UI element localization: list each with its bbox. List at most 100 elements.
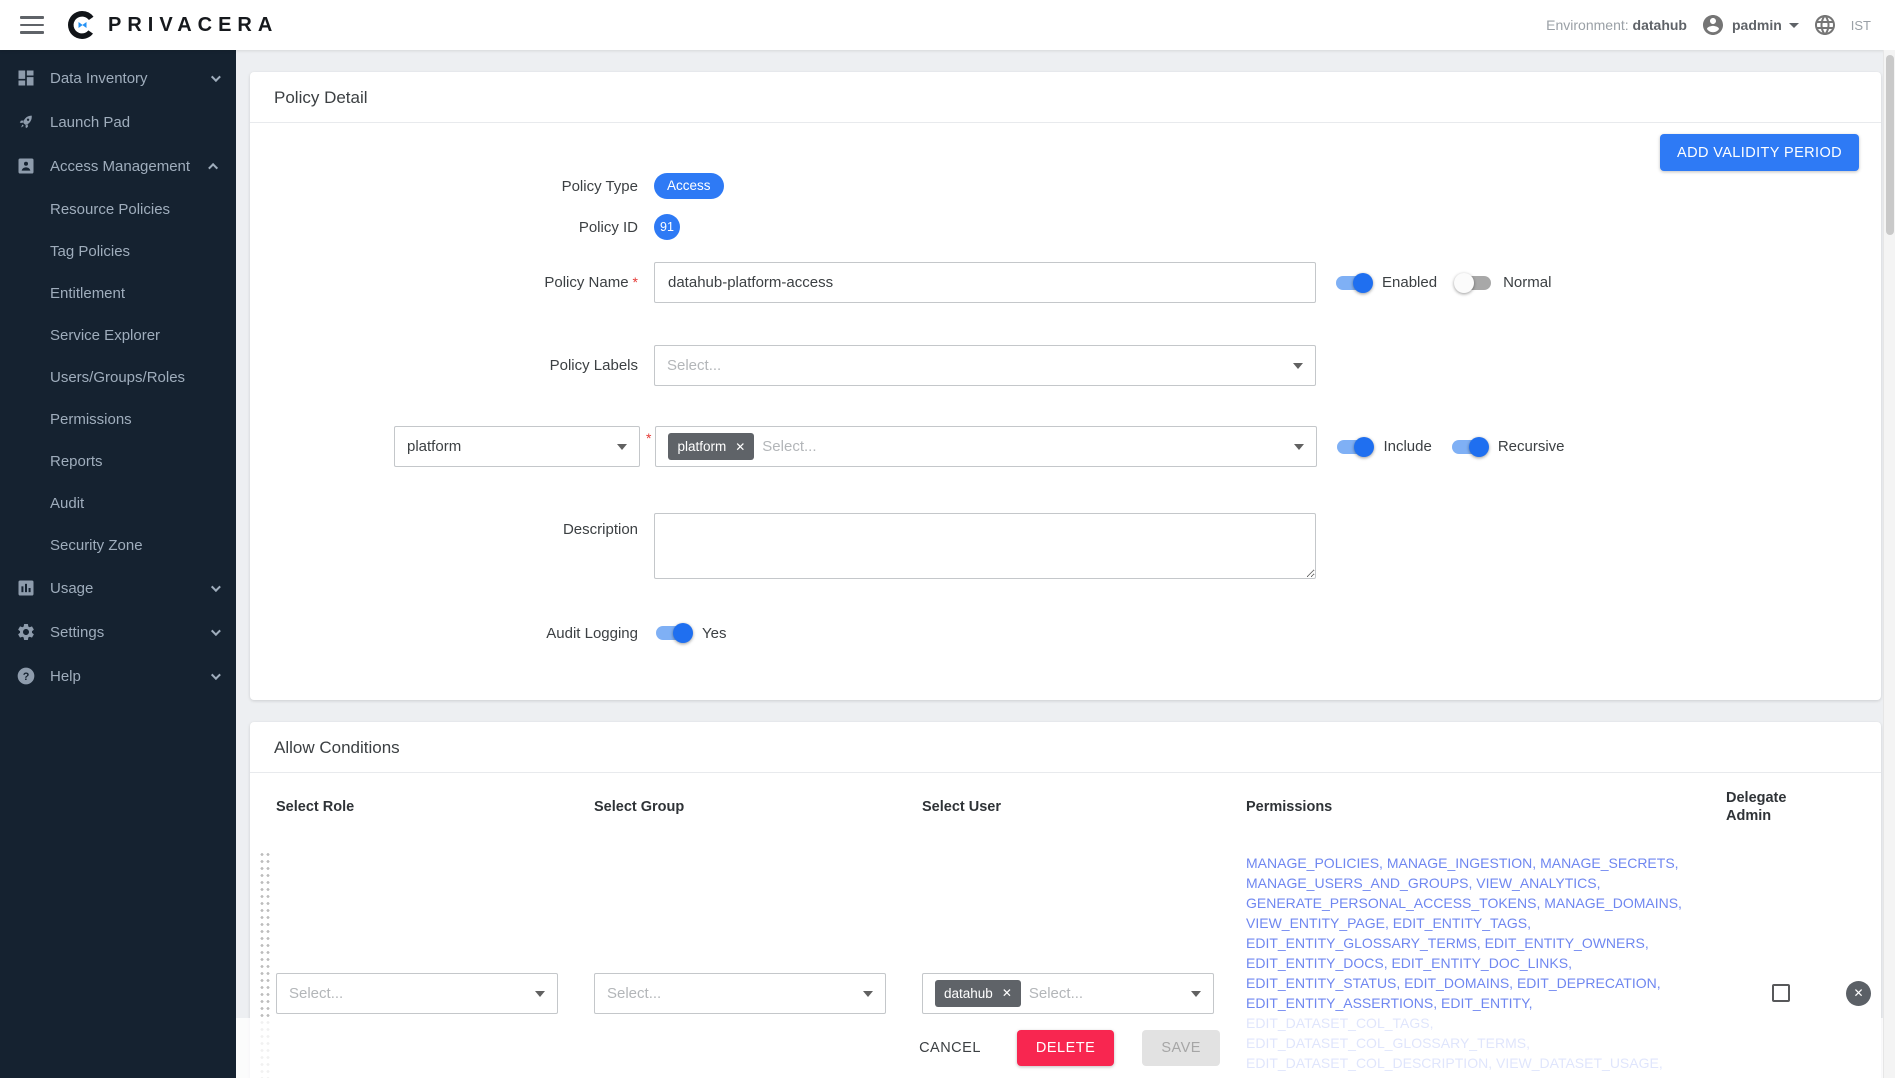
include-toggle[interactable] [1335, 437, 1373, 457]
column-header-select-group: Select Group [594, 798, 922, 816]
sidebar-item-label: Launch Pad [50, 114, 218, 131]
save-button: SAVE [1142, 1030, 1220, 1066]
enabled-toggle[interactable] [1334, 273, 1372, 293]
sidebar-item-launch-pad[interactable]: Launch Pad [0, 100, 236, 144]
page-title: Policy Detail [250, 72, 1881, 123]
audit-logging-label: Audit Logging [250, 625, 654, 642]
help-icon: ? [16, 666, 36, 686]
recursive-toggle-label: Recursive [1498, 438, 1565, 455]
audit-logging-value: Yes [702, 625, 726, 642]
environment-text: Environment: datahub [1546, 17, 1687, 33]
resource-chip[interactable]: platform [668, 433, 754, 460]
policy-id-label: Policy ID [250, 219, 654, 236]
chart-icon [16, 578, 36, 598]
dropdown-arrow-icon [1294, 444, 1304, 450]
sidebar-item-service-explorer[interactable]: Service Explorer [0, 314, 236, 356]
allow-conditions-title: Allow Conditions [250, 722, 1881, 773]
add-validity-period-button[interactable]: ADD VALIDITY PERIOD [1660, 134, 1859, 171]
sidebar-item-label: Settings [50, 624, 211, 641]
description-textarea[interactable] [654, 513, 1316, 579]
sidebar-item-help[interactable]: ? Help [0, 654, 236, 698]
privacera-logo[interactable]: PRIVACERA [66, 9, 278, 41]
policy-id-badge: 91 [654, 214, 680, 240]
sidebar-item-resource-policies[interactable]: Resource Policies [0, 188, 236, 230]
sidebar-item-users-groups-roles[interactable]: Users/Groups/Roles [0, 356, 236, 398]
policy-name-input[interactable] [654, 262, 1316, 303]
allow-conditions-header: Select Role Select Group Select User Per… [250, 773, 1881, 837]
policy-labels-select[interactable]: Select... [654, 345, 1316, 386]
required-asterisk: * [646, 430, 651, 446]
audit-logging-toggle[interactable] [654, 623, 692, 643]
column-header-permissions: Permissions [1246, 798, 1726, 816]
dropdown-arrow-icon [1191, 991, 1201, 997]
sidebar-item-label: Usage [50, 580, 211, 597]
include-toggle-label: Include [1383, 438, 1431, 455]
policy-type-label: Policy Type [250, 178, 654, 195]
top-bar: PRIVACERA Environment: datahub padmin IS… [0, 0, 1895, 50]
sidebar: Data Inventory Launch Pad Access Managemen… [0, 50, 236, 1078]
sidebar-item-reports[interactable]: Reports [0, 440, 236, 482]
resource-value-select[interactable]: platform Select... [655, 426, 1317, 467]
chevron-down-icon [211, 626, 221, 636]
chevron-down-icon [211, 582, 221, 592]
description-label: Description [250, 513, 654, 538]
close-icon[interactable] [1002, 987, 1012, 999]
privacera-logo-icon [66, 9, 98, 41]
sidebar-item-label: Data Inventory [50, 70, 211, 87]
scrollbar-track[interactable] [1883, 50, 1895, 1078]
resource-type-select[interactable]: platform [394, 426, 640, 467]
menu-icon[interactable] [20, 16, 44, 34]
sidebar-item-permissions[interactable]: Permissions [0, 398, 236, 440]
select-user-dropdown[interactable]: datahub Select... [922, 973, 1214, 1014]
select-group-dropdown[interactable]: Select... [594, 973, 886, 1014]
delete-button[interactable]: DELETE [1017, 1030, 1114, 1066]
policy-labels-label: Policy Labels [250, 357, 654, 374]
environment-value: datahub [1633, 17, 1687, 33]
scrollbar-thumb[interactable] [1886, 55, 1894, 235]
gear-icon [16, 622, 36, 642]
sidebar-item-usage[interactable]: Usage [0, 566, 236, 610]
sidebar-item-security-zone[interactable]: Security Zone [0, 524, 236, 566]
select-role-dropdown[interactable]: Select... [276, 973, 558, 1014]
globe-icon[interactable] [1813, 13, 1837, 37]
rocket-icon [16, 112, 36, 132]
normal-toggle-label: Normal [1503, 274, 1551, 291]
close-icon[interactable] [735, 441, 745, 453]
delegate-admin-checkbox[interactable] [1772, 984, 1790, 1002]
timezone-label: IST [1851, 18, 1871, 33]
dropdown-arrow-icon [863, 991, 873, 997]
policy-detail-card: Policy Detail ADD VALIDITY PERIOD Policy… [250, 72, 1881, 700]
chevron-down-icon [1789, 23, 1799, 28]
sidebar-item-label: Help [50, 668, 211, 685]
dropdown-arrow-icon [1293, 363, 1303, 369]
main-content: Policy Detail ADD VALIDITY PERIOD Policy… [236, 50, 1895, 1078]
sidebar-item-tag-policies[interactable]: Tag Policies [0, 230, 236, 272]
sidebar-item-label: Access Management [50, 158, 211, 175]
dropdown-arrow-icon [617, 444, 627, 450]
normal-toggle[interactable] [1455, 273, 1493, 293]
column-header-select-user: Select User [922, 798, 1246, 816]
dashboard-icon [16, 68, 36, 88]
sidebar-item-settings[interactable]: Settings [0, 610, 236, 654]
badge-icon [16, 156, 36, 176]
dropdown-arrow-icon [535, 991, 545, 997]
svg-text:?: ? [23, 671, 30, 683]
user-name: padmin [1732, 17, 1782, 33]
sidebar-item-audit[interactable]: Audit [0, 482, 236, 524]
cancel-button[interactable]: CANCEL [911, 1031, 989, 1065]
sidebar-item-entitlement[interactable]: Entitlement [0, 272, 236, 314]
user-chip[interactable]: datahub [935, 980, 1021, 1007]
chevron-down-icon [211, 72, 221, 82]
policy-type-badge: Access [654, 173, 724, 199]
policy-name-label: Policy Name [250, 274, 654, 291]
remove-condition-button[interactable] [1846, 981, 1871, 1006]
sidebar-item-access-management[interactable]: Access Management [0, 144, 236, 188]
brand-wordmark: PRIVACERA [108, 14, 278, 37]
avatar-icon [1701, 13, 1725, 37]
sidebar-item-data-inventory[interactable]: Data Inventory [0, 56, 236, 100]
chevron-down-icon [211, 670, 221, 680]
user-menu[interactable]: padmin [1701, 13, 1799, 37]
column-header-select-role: Select Role [276, 798, 594, 816]
enabled-toggle-label: Enabled [1382, 274, 1437, 291]
recursive-toggle[interactable] [1450, 437, 1488, 457]
